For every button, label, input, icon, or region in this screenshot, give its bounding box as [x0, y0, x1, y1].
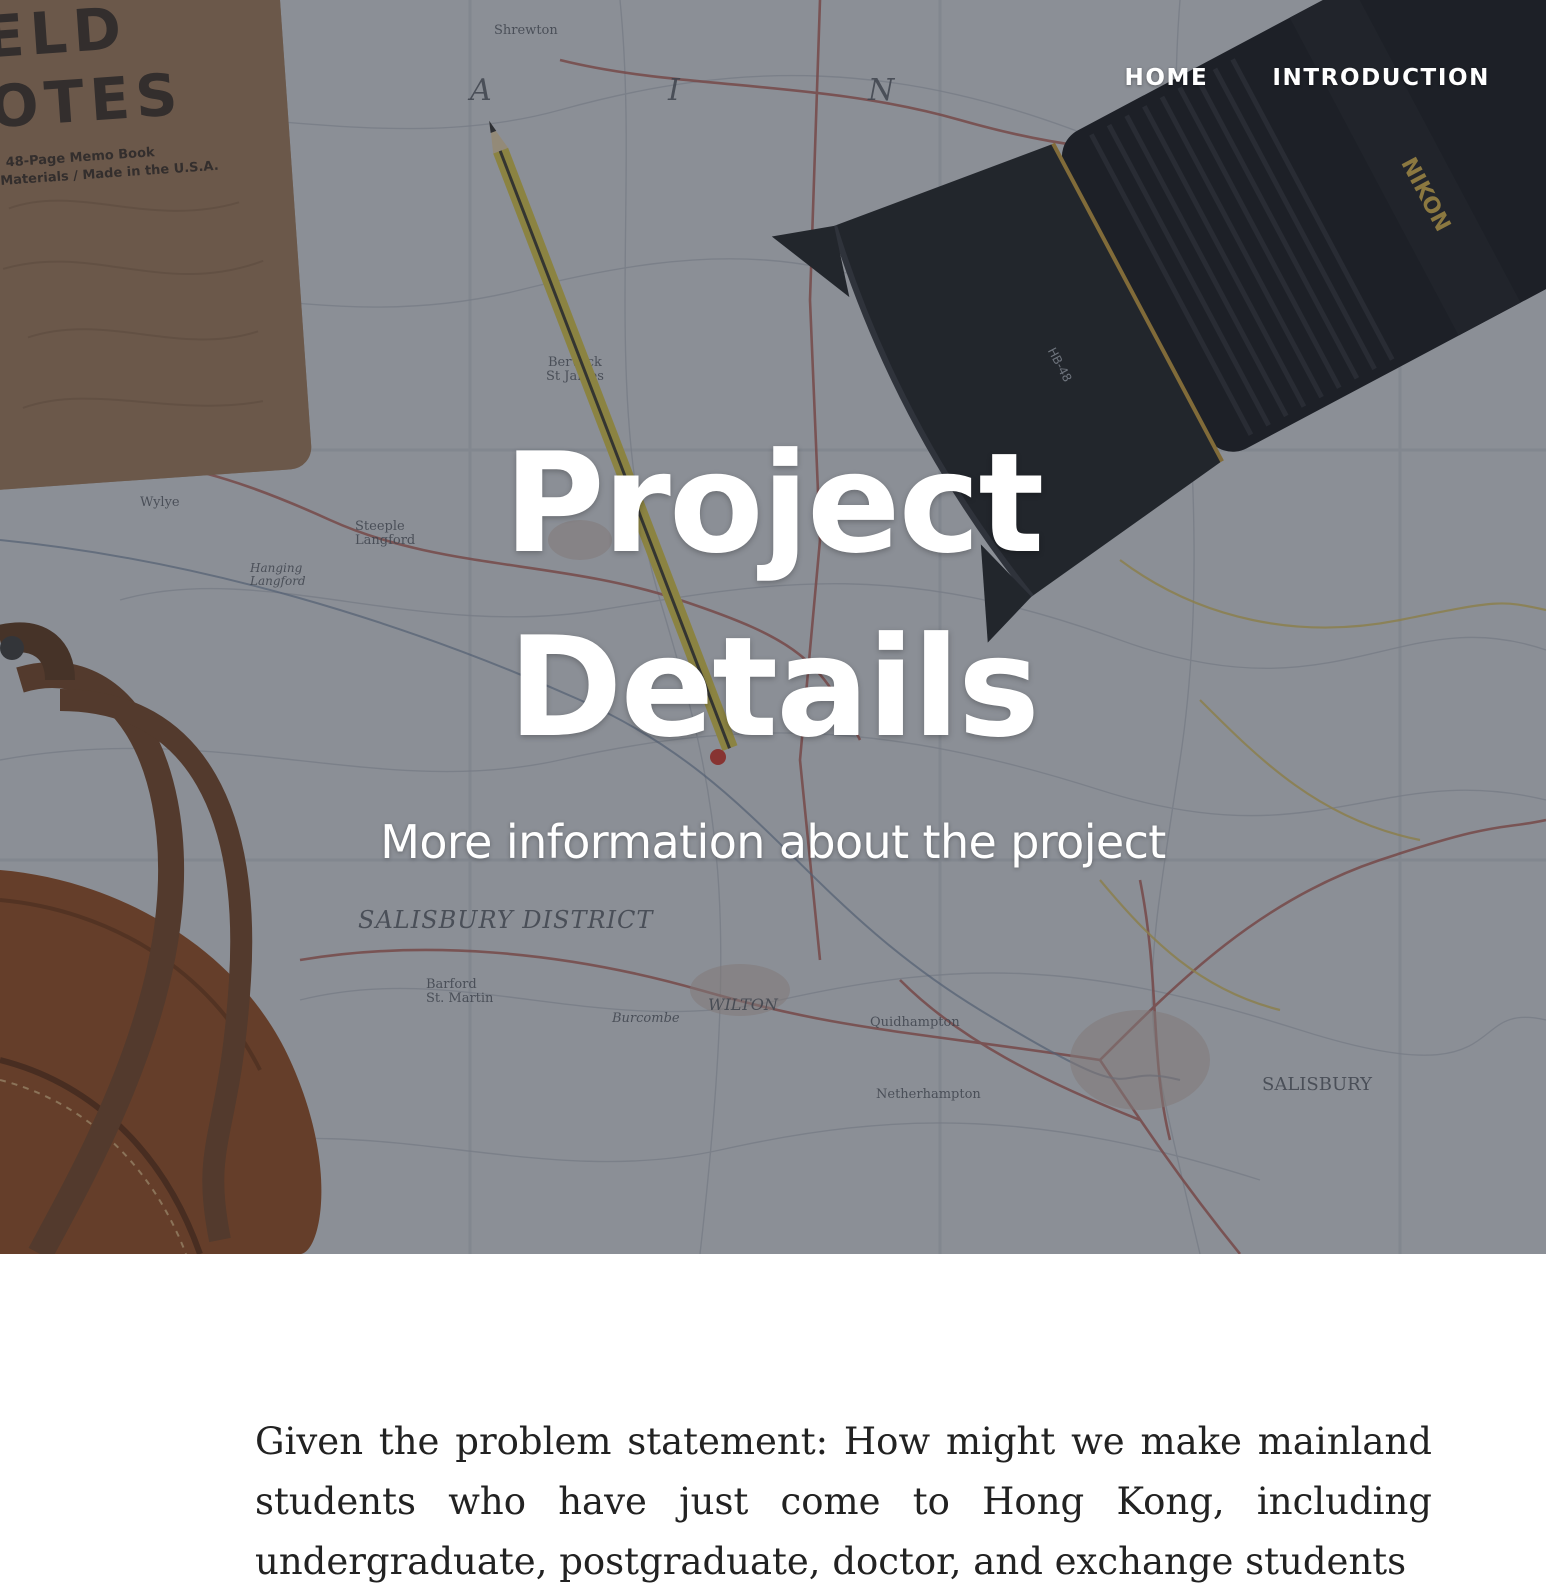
nav-link-introduction[interactable]: INTRODUCTION [1272, 58, 1490, 98]
article-paragraph: Given the problem statement: How might w… [255, 1420, 1432, 1583]
page-subtitle: More information about the project [380, 815, 1166, 869]
nav-link-home[interactable]: HOME [1125, 58, 1209, 98]
page-title: Project Details [503, 423, 1045, 768]
hero-heading-block: Project Details More information about t… [0, 412, 1546, 870]
top-navigation: HOME INTRODUCTION [1125, 58, 1490, 98]
article-content: Given the problem statement: How might w… [255, 1412, 1432, 1592]
hero-section: L A I N Shrewton Berwick St James Steepl… [0, 0, 1546, 1254]
